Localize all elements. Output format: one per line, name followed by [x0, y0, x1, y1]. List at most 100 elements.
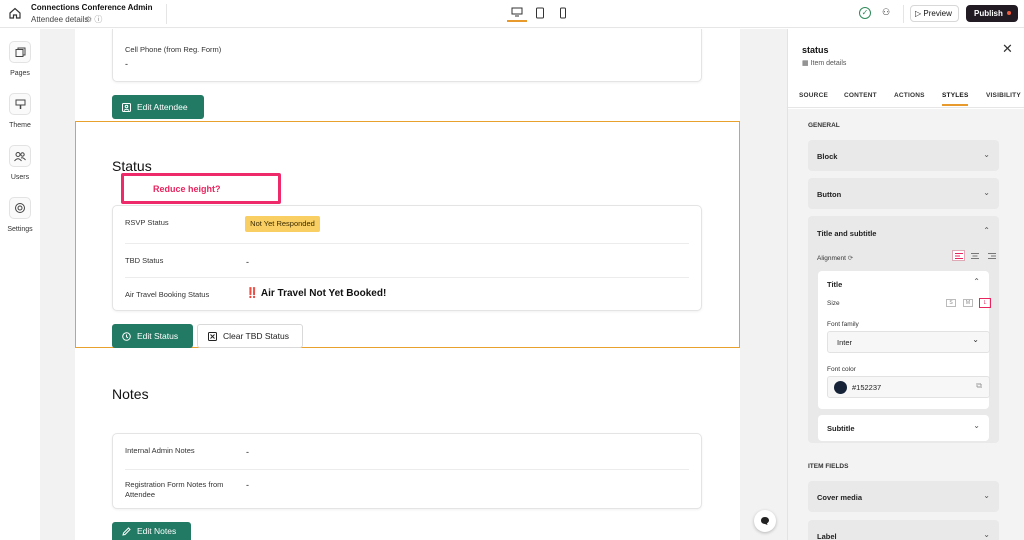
share-user-icon[interactable]: ⚇ — [882, 7, 890, 18]
field-value: - — [246, 447, 249, 457]
section-title-notes: Notes — [112, 386, 149, 402]
nav-item-theme[interactable]: Theme — [0, 93, 40, 129]
field-value: - — [246, 480, 249, 490]
tab-content[interactable]: CONTENT — [844, 92, 877, 99]
accordion-label: Block — [817, 152, 838, 161]
theme-icon — [9, 93, 31, 115]
air-travel-status: ‼️ Air Travel Not Yet Booked! — [246, 288, 386, 299]
pencil-icon — [122, 526, 131, 536]
clock-icon — [122, 331, 131, 341]
accordion-cover-media[interactable]: Cover media ⌄ — [808, 481, 999, 512]
field-value: - — [246, 257, 249, 267]
button-label: Edit Status — [137, 331, 179, 341]
accordion-label: Label — [817, 532, 837, 540]
chat-button[interactable] — [754, 510, 776, 532]
accordion-label[interactable]: Title and subtitle — [817, 229, 876, 238]
divider — [903, 5, 904, 23]
size-l-button[interactable]: L — [979, 298, 991, 308]
nav-item-pages[interactable]: Pages — [0, 41, 40, 77]
chevron-down-icon[interactable]: ⌄ — [142, 3, 148, 11]
size-label: Size — [827, 300, 840, 307]
font-family-value: Inter — [837, 338, 853, 347]
align-left-button[interactable] — [952, 250, 965, 261]
users-icon — [9, 145, 31, 167]
status-badge: Not Yet Responded — [245, 216, 320, 232]
publish-button[interactable]: Publish — [966, 5, 1018, 22]
align-right-icon[interactable] — [988, 253, 996, 259]
title-settings-label[interactable]: Title — [827, 280, 842, 289]
close-box-icon — [208, 331, 217, 341]
tab-source[interactable]: SOURCE — [799, 92, 828, 99]
close-icon[interactable]: ✕ — [1002, 41, 1013, 57]
tab-styles[interactable]: STYLES — [942, 92, 969, 106]
tablet-view-button[interactable] — [530, 4, 550, 22]
field-label: RSVP Status — [125, 218, 169, 227]
font-color-input[interactable]: #152237 ⧉ — [827, 376, 990, 398]
nav-label: Settings — [7, 226, 33, 233]
chevron-down-icon: ⌄ — [983, 491, 990, 500]
contact-card-icon — [122, 102, 131, 112]
align-center-icon[interactable] — [971, 253, 979, 259]
nav-label: Users — [10, 174, 30, 181]
edit-status-button[interactable]: Edit Status — [112, 324, 193, 348]
tab-visibility[interactable]: VISIBILITY — [986, 92, 1021, 99]
desktop-icon — [511, 7, 523, 17]
field-label: Cell Phone (from Reg. Form) — [125, 45, 222, 54]
chat-icon — [761, 517, 769, 525]
subtitle-settings-label: Subtitle — [827, 424, 855, 433]
clear-tbd-status-button[interactable]: Clear TBD Status — [197, 324, 303, 348]
button-label: Edit Attendee — [137, 102, 188, 112]
color-swatch[interactable] — [834, 381, 847, 394]
section-title-status: Status — [112, 158, 152, 174]
preview-button[interactable]: ▷ Preview — [910, 5, 959, 22]
nav-item-settings[interactable]: Settings — [0, 197, 40, 233]
app-title[interactable]: Connections Conference Admin — [31, 3, 153, 12]
mobile-icon — [560, 7, 566, 19]
pages-icon — [9, 41, 31, 63]
publish-label: Publish — [974, 9, 1003, 18]
chevron-up-icon[interactable]: ⌃ — [973, 277, 980, 286]
reset-icon[interactable]: ⟳ — [848, 255, 853, 262]
accordion-button[interactable]: Button ⌄ — [808, 178, 999, 209]
panel-tabs: SOURCE CONTENT ACTIONS STYLES VISIBILITY — [788, 87, 1024, 108]
size-s-button[interactable]: S — [946, 299, 956, 307]
notes-card: Internal Admin Notes - Registration Form… — [112, 433, 702, 509]
chevron-down-icon: ⌄ — [983, 530, 990, 539]
chevron-down-icon: ⌄ — [972, 335, 979, 344]
font-family-select[interactable]: Inter ⌄ — [827, 331, 990, 353]
preview-label: Preview — [923, 9, 952, 18]
edit-attendee-button[interactable]: Edit Attendee — [112, 95, 204, 119]
status-card: RSVP Status TBD Status - Air Travel Book… — [112, 205, 702, 311]
tablet-icon — [536, 7, 544, 19]
chevron-up-icon[interactable]: ⌃ — [983, 226, 990, 235]
nav-label: Pages — [10, 70, 30, 77]
page-settings-icon[interactable]: ⚙ ⓘ — [85, 14, 102, 25]
edit-notes-button[interactable]: Edit Notes — [112, 522, 191, 540]
chevron-down-icon: ⌄ — [983, 188, 990, 197]
row-divider — [125, 243, 689, 244]
mobile-view-button[interactable] — [553, 4, 573, 22]
home-icon[interactable] — [8, 6, 22, 20]
desktop-view-button[interactable] — [507, 4, 527, 22]
subtitle-settings[interactable]: Subtitle ⌄ — [818, 415, 989, 441]
grid-icon: ▦ — [802, 60, 809, 67]
properties-panel: status ▦ Item details ✕ SOURCE CONTENT A… — [787, 29, 1024, 540]
tab-actions[interactable]: ACTIONS — [894, 92, 925, 99]
copy-icon[interactable]: ⧉ — [976, 381, 982, 391]
font-color-label: Font color — [827, 366, 856, 373]
nav-item-users[interactable]: Users — [0, 145, 40, 181]
title-settings: Title ⌃ Size S M L Font family Inter ⌄ F… — [818, 271, 991, 409]
size-m-button[interactable]: M — [963, 299, 973, 307]
chevron-down-icon: ⌄ — [973, 421, 980, 430]
alignment-label-text: Alignment — [817, 255, 846, 262]
panel-subtitle: ▦ Item details — [802, 59, 846, 67]
field-label: Air Travel Booking Status — [125, 290, 210, 299]
accordion-title-subtitle: Title and subtitle ⌃ Alignment ⟳ Title ⌃… — [808, 216, 999, 443]
row-divider — [125, 469, 689, 470]
annotation-text: Reduce height? — [153, 184, 221, 194]
alignment-label: Alignment ⟳ — [817, 254, 853, 262]
align-left-icon — [954, 252, 963, 259]
accordion-block[interactable]: Block ⌄ — [808, 140, 999, 171]
double-exclamation-icon: ‼️ — [246, 288, 259, 299]
accordion-label-field[interactable]: Label ⌄ — [808, 520, 999, 540]
